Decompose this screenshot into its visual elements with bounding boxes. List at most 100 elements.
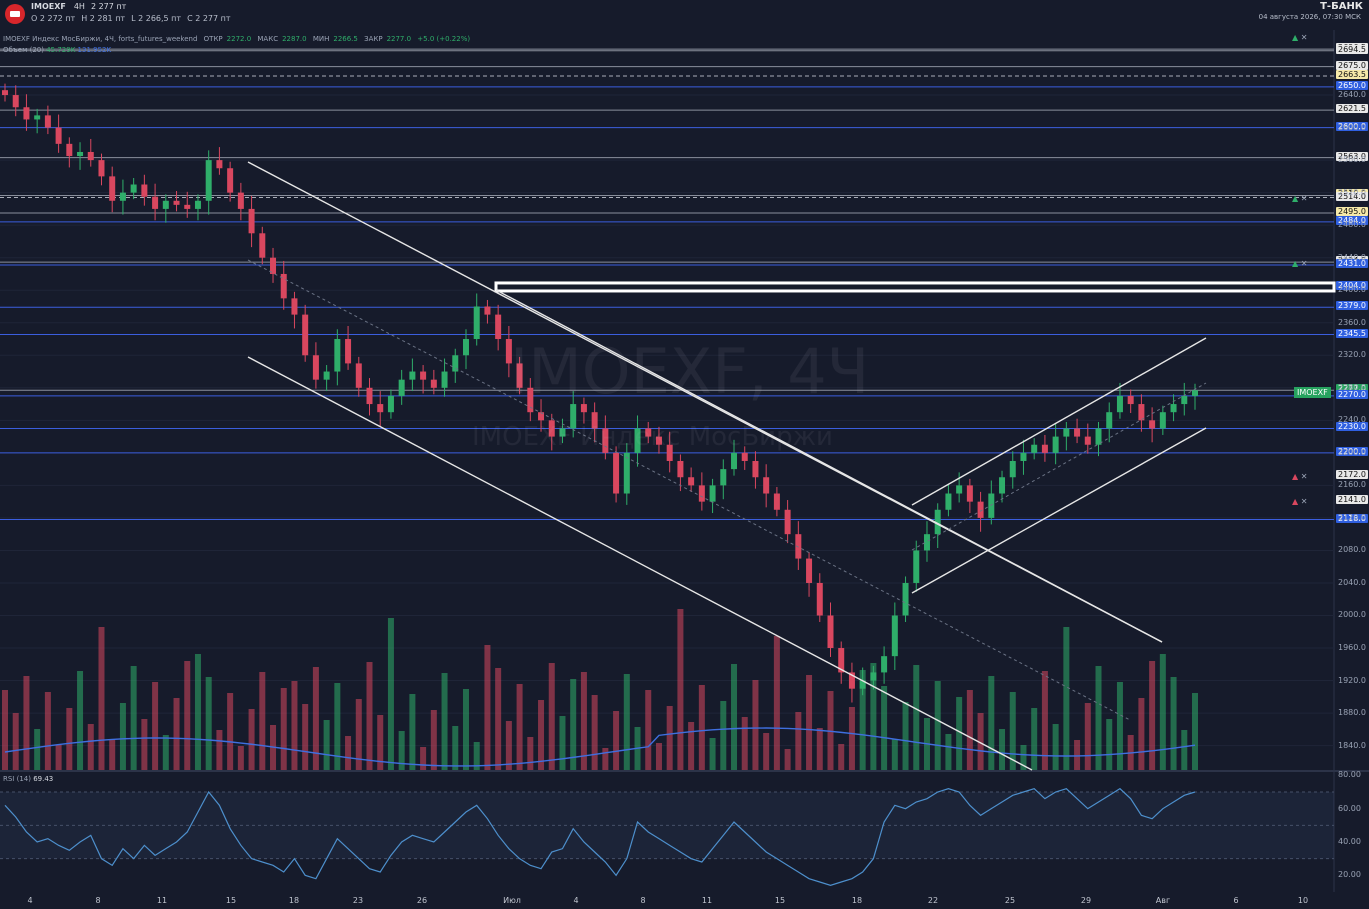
volume-bar bbox=[645, 690, 652, 770]
symbol-name[interactable]: IMOEXF bbox=[31, 2, 66, 11]
price-tick-label: 2440.0 bbox=[1338, 252, 1366, 262]
volume-bar bbox=[55, 745, 62, 770]
chart-header: IMOEXF 4H 2 277 пт O 2 272 пт H 2 281 пт L 2… bbox=[0, 0, 1369, 26]
close-icon[interactable]: ✕ bbox=[1301, 497, 1308, 506]
candle-body bbox=[623, 452, 630, 494]
volume-bar bbox=[763, 733, 770, 770]
brand-name: Т-БАНК bbox=[1320, 1, 1363, 12]
candle-body bbox=[1009, 460, 1016, 478]
candle-body bbox=[806, 558, 813, 583]
volume-bar bbox=[795, 712, 802, 770]
candle-body bbox=[420, 371, 427, 380]
candle-body bbox=[44, 115, 51, 128]
volume-bar bbox=[870, 663, 877, 770]
volume-bar bbox=[966, 690, 973, 770]
volume-bar bbox=[677, 609, 684, 770]
close-icon[interactable]: ✕ bbox=[1301, 194, 1308, 203]
volume-ma-value: 131.952K bbox=[77, 46, 112, 54]
price-tick-label: 1880.0 bbox=[1338, 708, 1366, 718]
time-tick-label: 18 bbox=[288, 896, 300, 905]
volume-bar bbox=[462, 689, 469, 770]
legend-high-label: МАКС bbox=[257, 35, 279, 43]
close-icon[interactable]: ✕ bbox=[1301, 33, 1308, 42]
volume-bar bbox=[280, 688, 287, 770]
candle-body bbox=[248, 208, 255, 234]
alert-up-icon[interactable]: ▲ bbox=[1292, 33, 1298, 42]
close-icon[interactable]: ✕ bbox=[1301, 472, 1308, 481]
price-level-label[interactable]: 2379.0 bbox=[1336, 301, 1368, 311]
volume-bar bbox=[152, 682, 159, 770]
volume-bar bbox=[1084, 703, 1091, 770]
price-tick-label: 2000.0 bbox=[1338, 610, 1366, 620]
volume-bar bbox=[2, 690, 8, 770]
candle-body bbox=[1074, 428, 1081, 437]
volume-value: 45.729K bbox=[46, 46, 76, 54]
candle-body bbox=[956, 485, 963, 494]
volume-bar bbox=[1181, 730, 1188, 770]
candle-body bbox=[162, 200, 169, 209]
candle-body bbox=[741, 452, 748, 461]
candle-body bbox=[1031, 444, 1038, 453]
time-tick-label: 11 bbox=[701, 896, 713, 905]
volume-bar bbox=[312, 667, 319, 770]
timeframe[interactable]: 4H bbox=[74, 2, 85, 11]
candle-body bbox=[773, 493, 780, 510]
candle-body bbox=[130, 184, 137, 193]
price-level-label[interactable]: 2650.0 bbox=[1336, 80, 1368, 90]
volume-bar bbox=[945, 734, 952, 770]
alert-controls-1[interactable]: ▲ ✕ bbox=[1292, 33, 1307, 42]
price-level-label[interactable]: 2663.5 bbox=[1336, 69, 1368, 79]
close-icon[interactable]: ✕ bbox=[1301, 259, 1308, 268]
alert-up-icon[interactable]: ▲ bbox=[1292, 194, 1298, 203]
candle-body bbox=[98, 160, 105, 177]
candle-body bbox=[323, 371, 330, 380]
volume-bar bbox=[387, 618, 394, 770]
time-tick-label: 8 bbox=[640, 896, 646, 905]
candle-body bbox=[999, 477, 1006, 494]
price-level-label[interactable]: 2172.0 bbox=[1336, 469, 1368, 479]
volume-bar bbox=[1052, 724, 1059, 770]
rsi-label: RSI (14) bbox=[3, 775, 31, 783]
price-level-label[interactable]: 2495.0 bbox=[1336, 206, 1368, 216]
alert-controls-3[interactable]: ▲ ✕ bbox=[1292, 259, 1307, 268]
volume-bar bbox=[988, 676, 995, 770]
price-level-label[interactable]: 2675.0 bbox=[1336, 60, 1368, 70]
price-chart-canvas[interactable] bbox=[0, 0, 1369, 909]
time-tick-label: 26 bbox=[416, 896, 428, 905]
price-tick-label: 2320.0 bbox=[1338, 350, 1366, 360]
candle-body bbox=[827, 615, 834, 649]
candle-body bbox=[688, 477, 695, 486]
low-value: L 2 266,5 пт bbox=[131, 14, 182, 23]
legend-open-value: 2272.0 bbox=[226, 35, 252, 43]
price-level-label[interactable]: 2141.0 bbox=[1336, 494, 1368, 504]
candle-body bbox=[1020, 452, 1027, 461]
price-tick-label: 2520.0 bbox=[1338, 187, 1366, 197]
candle-body bbox=[441, 371, 448, 388]
candle-body bbox=[355, 363, 362, 388]
volume-bar bbox=[205, 677, 212, 770]
price-level-label[interactable]: 2621.5 bbox=[1336, 104, 1368, 114]
candle-body bbox=[34, 115, 41, 120]
candle-body bbox=[291, 298, 298, 315]
price-level-label[interactable]: 2694.5 bbox=[1336, 44, 1368, 54]
price-tick-label: 1840.0 bbox=[1338, 740, 1366, 750]
candle-body bbox=[784, 509, 791, 535]
price-level-label[interactable]: 2345.5 bbox=[1336, 328, 1368, 338]
volume-bar bbox=[570, 679, 577, 770]
candle-body bbox=[1159, 412, 1166, 429]
alert-controls-2[interactable]: ▲ ✕ bbox=[1292, 194, 1307, 203]
alert-controls-4[interactable]: ▲ ✕ bbox=[1292, 472, 1307, 481]
candle-body bbox=[1181, 395, 1188, 405]
last-price: 2 277 пт bbox=[90, 2, 127, 11]
alert-controls-5[interactable]: ▲ ✕ bbox=[1292, 497, 1307, 506]
alert-up-icon[interactable]: ▲ bbox=[1292, 259, 1298, 268]
alert-down-icon[interactable]: ▲ bbox=[1292, 497, 1298, 506]
candle-body bbox=[462, 339, 469, 356]
candle-body bbox=[23, 107, 30, 120]
alert-down-icon[interactable]: ▲ bbox=[1292, 472, 1298, 481]
legend-low-value: 2266.5 bbox=[333, 35, 358, 43]
volume-bar bbox=[1138, 698, 1145, 770]
rsi-tick-label: 40.00 bbox=[1338, 837, 1361, 846]
time-tick-label: 22 bbox=[927, 896, 939, 905]
volume-bar bbox=[173, 698, 180, 770]
